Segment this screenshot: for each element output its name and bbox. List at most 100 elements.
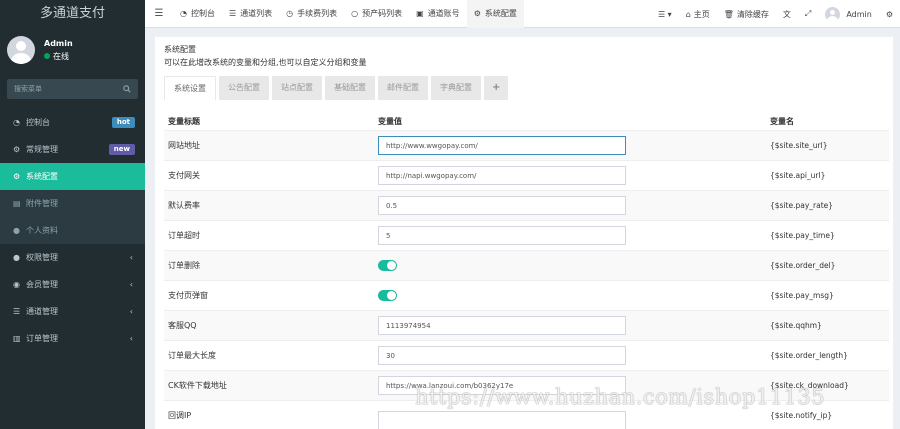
tab-system-settings[interactable]: 系统设置 — [164, 76, 216, 100]
sidebar-item-dashboard[interactable]: ◔ 控制台 hot — [0, 109, 145, 136]
notify-ip-input[interactable] — [378, 410, 626, 429]
home-link[interactable]: ⌂ 主页 — [679, 9, 717, 20]
sidebar-item-members[interactable]: ◉ 会员管理 ‹ — [0, 271, 145, 298]
row-title: 支付页弹窗 — [168, 291, 208, 300]
gear-icon: ⚙ — [13, 172, 21, 181]
circle-o-icon: ○ — [351, 9, 359, 18]
table-row: 默认费率 {$site.pay_rate} — [164, 190, 889, 220]
variable-name: {$site.notify_ip} — [770, 411, 833, 420]
search-input[interactable] — [8, 80, 118, 98]
table-row: 支付网关 {$site.api_url} — [164, 160, 889, 190]
column-header: 变量标题 — [168, 117, 200, 126]
sidebar-item-system-config[interactable]: ⚙ 系统配置 — [0, 163, 145, 190]
list-icon: ☰ ▾ — [657, 9, 672, 19]
table-header: 变量标题 变量值 变量名 — [164, 113, 889, 130]
sidebar-item-channels[interactable]: ☰ 通道管理 ‹ — [0, 298, 145, 325]
page-description: 可以在此增改系统的变量和分组,也可以自定义分组和变量 — [164, 58, 367, 67]
sidebar-item-orders[interactable]: ▥ 订单管理 ‹ — [0, 325, 145, 352]
column-header: 变量名 — [770, 117, 794, 126]
variable-name: {$site.site_url} — [770, 141, 828, 150]
pay-popup-toggle[interactable] — [378, 290, 397, 301]
tab-notice-config[interactable]: 公告配置 — [219, 76, 269, 100]
list-icon: ☰ — [13, 307, 21, 316]
language-button[interactable]: 文 — [776, 9, 798, 20]
brand-logo[interactable]: 多通道支付 — [0, 0, 145, 28]
variable-name: {$site.qqhm} — [770, 321, 822, 330]
user-circle-icon: ◉ — [13, 280, 20, 289]
chevron-left-icon: ‹ — [129, 334, 133, 343]
fullscreen-button[interactable]: ⤢ — [798, 9, 818, 19]
circle-icon: ◷ — [286, 9, 294, 18]
pay-time-input[interactable] — [378, 226, 626, 245]
tab-basic-config[interactable]: 基础配置 — [325, 76, 375, 100]
row-title: 默认费率 — [168, 201, 200, 210]
qq-input[interactable] — [378, 316, 626, 335]
new-badge: new — [108, 144, 135, 155]
user-menu[interactable]: Admin — [818, 6, 879, 22]
gears-icon: ⚙ — [885, 9, 893, 19]
row-title: 回调IP — [168, 411, 192, 420]
tab-dropdown-button[interactable]: ☰ ▾ — [651, 10, 679, 19]
table-row: 订单最大长度 {$site.order_length} — [164, 340, 889, 370]
site-url-input[interactable] — [378, 136, 626, 155]
sidebar-item-profile[interactable]: ● 个人资料 — [0, 217, 145, 244]
online-dot-icon — [44, 52, 50, 59]
chevron-left-icon: ‹ — [129, 307, 133, 316]
row-title: CK软件下载地址 — [168, 381, 227, 390]
pay-rate-input[interactable] — [378, 196, 626, 215]
variable-name: {$site.pay_msg} — [770, 291, 834, 300]
group-icon: ● — [13, 253, 20, 262]
sidebar-item-attachments[interactable]: ▤ 附件管理 — [0, 190, 145, 217]
bar-chart-icon: ▥ — [13, 334, 21, 343]
variable-name: {$site.api_url} — [770, 171, 826, 180]
add-tab-button[interactable]: + — [484, 76, 509, 100]
avatar — [825, 6, 841, 22]
tab-channel-list[interactable]: ☰ 通道列表 — [222, 0, 279, 28]
sidebar-item-general[interactable]: ⚙ 常规管理 new — [0, 136, 145, 163]
variable-name: {$site.order_del} — [770, 261, 836, 270]
tab-site-config[interactable]: 站点配置 — [272, 76, 322, 100]
list-icon: ☰ — [228, 9, 237, 18]
dashboard-icon: ◔ — [13, 118, 20, 127]
book-icon: ▣ — [416, 9, 424, 18]
variable-name: {$site.order_length} — [770, 351, 848, 360]
cogs-icon: ⚙ — [13, 145, 21, 154]
variable-name: {$site.pay_time} — [770, 231, 835, 240]
sidebar-item-permissions[interactable]: ● 权限管理 ‹ — [0, 244, 145, 271]
row-title: 网站地址 — [168, 141, 200, 150]
row-title: 客服QQ — [168, 321, 197, 330]
tab-mail-config[interactable]: 邮件配置 — [378, 76, 428, 100]
settings-button[interactable]: ⚙ — [879, 10, 900, 19]
table-row: 支付页弹窗 {$site.pay_msg} — [164, 280, 889, 310]
chevron-left-icon: ‹ — [129, 253, 133, 262]
user-panel: Admin 在线 — [0, 28, 145, 72]
tab-precode-list[interactable]: ○ 预产码列表 — [344, 0, 409, 28]
config-table: 变量标题 变量值 变量名 网站地址 {$site.site_url} 支付网关 … — [164, 113, 889, 429]
tab-system-config[interactable]: ⚙ 系统配置 — [466, 0, 524, 28]
file-icon: ▤ — [13, 199, 21, 208]
config-panel: 系统配置 可以在此增改系统的变量和分组,也可以自定义分组和变量 系统设置 公告配… — [155, 37, 893, 429]
tab-dashboard[interactable]: ◔ 控制台 — [173, 0, 222, 28]
top-navbar: ☰ ◔ 控制台 ☰ 通道列表 ◷ 手续费列表 ○ 预产码列表 ▣ 通道账号 ⚙ 系统配置 ☰… — [145, 0, 900, 28]
table-row: 网站地址 {$site.site_url} — [164, 130, 889, 160]
tab-fee-list[interactable]: ◷ 手续费列表 — [279, 0, 344, 28]
tab-channel-accounts[interactable]: ▣ 通道账号 — [409, 0, 467, 28]
sidebar-toggle-icon[interactable]: ☰ — [145, 8, 173, 19]
table-row: 订单超时 {$site.pay_time} — [164, 220, 889, 250]
order-length-input[interactable] — [378, 346, 626, 365]
page-title: 系统配置 — [164, 45, 196, 54]
order-delete-toggle[interactable] — [378, 260, 397, 271]
chevron-left-icon: ‹ — [129, 280, 133, 289]
variable-name: {$site.pay_rate} — [770, 201, 834, 210]
clear-cache-button[interactable]: 🗑 清除缓存 — [717, 9, 776, 20]
translate-icon: 文 — [782, 9, 791, 19]
search-icon[interactable] — [123, 85, 131, 95]
gear-icon: ⚙ — [473, 9, 481, 18]
top-right-menu: ☰ ▾ ⌂ 主页 🗑 清除缓存 文 ⤢ Admin ⚙ — [651, 0, 900, 28]
tab-dict-config[interactable]: 字典配置 — [431, 76, 481, 100]
api-url-input[interactable] — [378, 166, 626, 185]
fullscreen-icon: ⤢ — [804, 9, 812, 18]
row-title: 支付网关 — [168, 171, 200, 180]
row-title: 订单最大长度 — [168, 351, 216, 360]
table-row: 订单删除 {$site.order_del} — [164, 250, 889, 280]
